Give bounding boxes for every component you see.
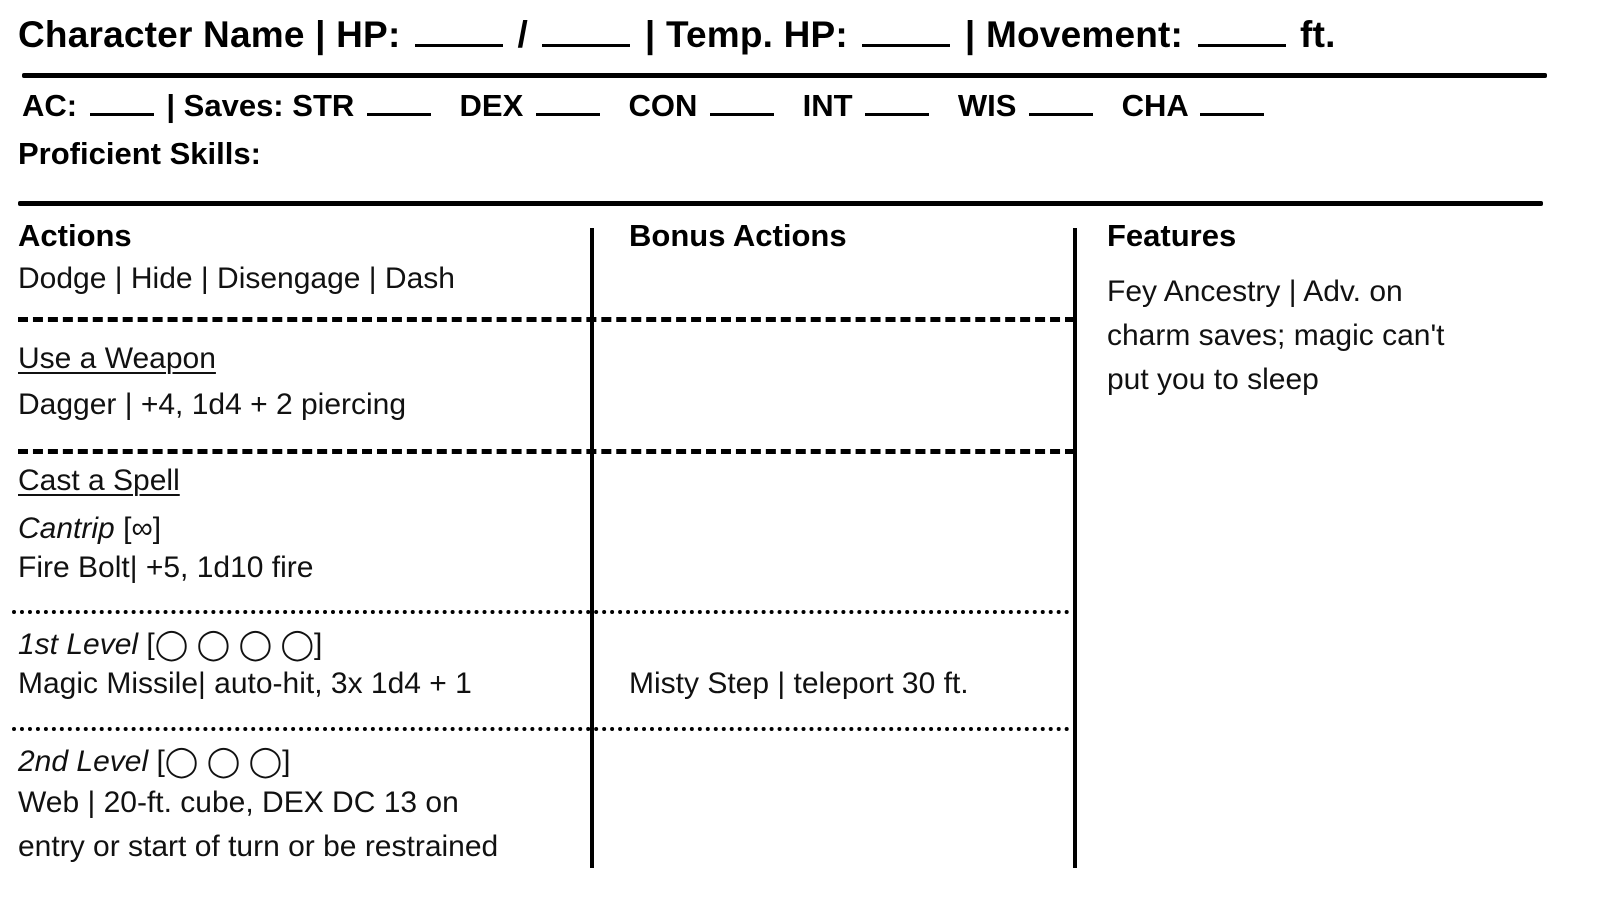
save-int-label: INT [802, 88, 853, 123]
level2-slot-circles-icon[interactable]: [◯ ◯ ◯] [156, 745, 290, 778]
saves-line: AC: | Saves: STR DEX CON INT WIS CHA [22, 88, 1268, 124]
cast-spell-heading: Cast a Spell [18, 464, 180, 497]
header-divider [22, 73, 1547, 78]
column-divider [590, 228, 594, 868]
cantrip-row: Cantrip [∞] [18, 512, 161, 546]
movement-field[interactable] [1197, 43, 1286, 47]
movement-label: Movement: [985, 14, 1184, 55]
separator: | [964, 14, 976, 55]
save-dex-field[interactable] [535, 112, 600, 116]
feature-line-3: put you to sleep [1107, 363, 1319, 396]
save-con-field[interactable] [710, 112, 775, 116]
column-divider [1073, 228, 1077, 868]
level1-row: 1st Level [◯ ◯ ◯ ◯] [18, 627, 322, 662]
level1-spell: Magic Missile| auto-hit, 3x 1d4 + 1 [18, 667, 472, 700]
hp-current-field[interactable] [414, 43, 503, 47]
basic-actions: Dodge | Hide | Disengage | Dash [18, 262, 455, 295]
save-str-label: STR [292, 88, 355, 123]
infinity-icon: [∞] [123, 512, 162, 545]
feature-line-2: charm saves; magic can't [1107, 319, 1445, 352]
save-str-field[interactable] [366, 112, 431, 116]
header-line: Character Name | HP: / | Temp. HP: | Mov… [18, 14, 1336, 56]
proficient-skills-label: Proficient Skills: [18, 136, 261, 171]
ac-field[interactable] [89, 112, 154, 116]
use-weapon-heading: Use a Weapon [18, 342, 216, 375]
save-wis-label: WIS [957, 88, 1017, 123]
actions-heading: Actions [18, 218, 132, 253]
features-heading: Features [1107, 218, 1237, 253]
dotted-divider [12, 610, 1070, 614]
ac-label: AC: [22, 88, 78, 123]
hp-label: HP: [336, 14, 401, 55]
separator: | [644, 14, 656, 55]
cantrip-spell: Fire Bolt| +5, 1d10 fire [18, 551, 314, 584]
save-cha-label: CHA [1121, 88, 1188, 123]
dashed-divider [18, 449, 1075, 454]
level2-spell-line2: entry or start of turn or be restrained [18, 830, 499, 863]
feature-line-1: Fey Ancestry | Adv. on [1107, 275, 1403, 308]
weapon-entry: Dagger | +4, 1d4 + 2 piercing [18, 388, 407, 421]
dashed-divider [18, 317, 1075, 322]
temp-hp-label: Temp. HP: [665, 14, 848, 55]
save-cha-field[interactable] [1200, 112, 1265, 116]
hp-max-field[interactable] [542, 43, 631, 47]
level1-slot-circles-icon[interactable]: [◯ ◯ ◯ ◯] [146, 628, 322, 661]
separator: | [315, 14, 326, 55]
save-con-label: CON [628, 88, 698, 123]
bonus-actions-heading: Bonus Actions [629, 218, 847, 253]
level1-label: 1st Level [18, 628, 139, 661]
save-int-field[interactable] [865, 112, 930, 116]
stats-divider [18, 201, 1543, 206]
separator: | [166, 88, 176, 123]
bonus-level1-spell: Misty Step | teleport 30 ft. [629, 667, 969, 700]
level2-label: 2nd Level [18, 745, 149, 778]
level2-spell-line1: Web | 20-ft. cube, DEX DC 13 on [18, 786, 459, 819]
save-wis-field[interactable] [1029, 112, 1094, 116]
saves-label: Saves: [183, 88, 284, 123]
level2-row: 2nd Level [◯ ◯ ◯] [18, 744, 291, 779]
character-name-label: Character Name [18, 14, 305, 55]
save-dex-label: DEX [459, 88, 524, 123]
cantrip-label: Cantrip [18, 512, 115, 545]
hp-slash: / [517, 14, 528, 55]
temp-hp-field[interactable] [862, 43, 951, 47]
dotted-divider [12, 727, 1070, 731]
movement-unit: ft. [1300, 14, 1336, 55]
